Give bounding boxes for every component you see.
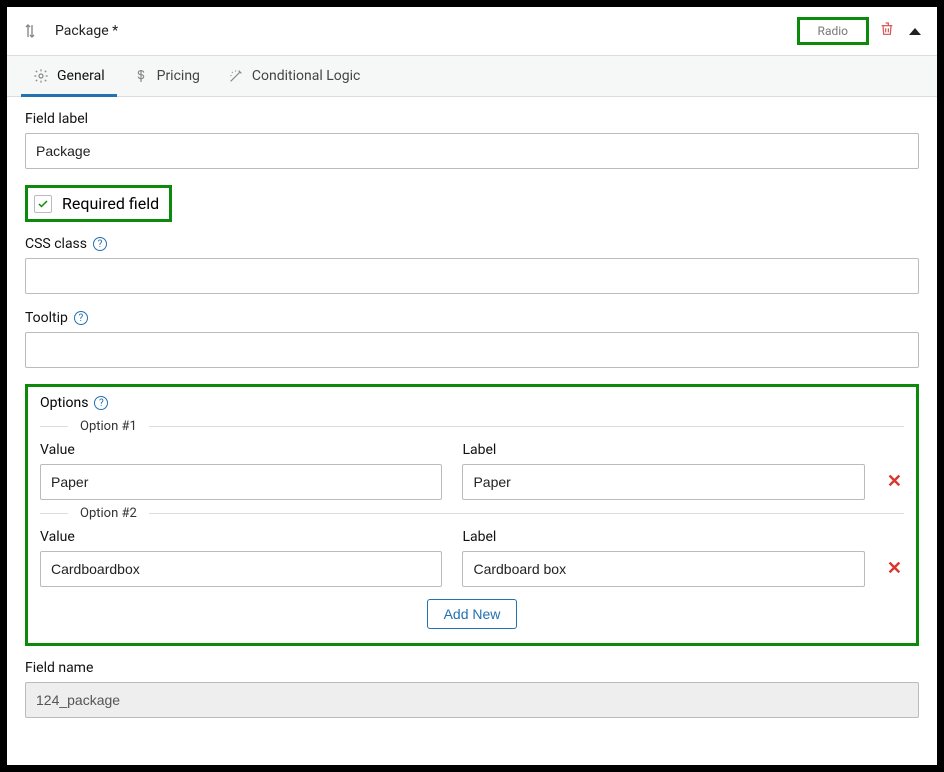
option-value-label: Value (40, 442, 442, 458)
field-label-label: Field label (25, 111, 919, 127)
required-label: Required field (62, 194, 159, 213)
option-value-input[interactable] (40, 464, 442, 500)
collapse-icon[interactable] (909, 28, 921, 35)
field-name-label: Field name (25, 660, 919, 676)
tab-label: Conditional Logic (252, 68, 360, 84)
remove-option-icon[interactable]: ✕ (885, 558, 904, 587)
tab-general[interactable]: General (21, 56, 117, 96)
remove-option-icon[interactable]: ✕ (885, 471, 904, 500)
css-class-input[interactable] (25, 258, 919, 294)
option-label-input[interactable] (462, 464, 864, 500)
options-section: Options ? Option #1 Value Label ✕ (25, 384, 919, 646)
options-label: Options (40, 395, 88, 411)
tab-conditional-logic[interactable]: Conditional Logic (216, 56, 372, 96)
tabs-bar: General Pricing Conditional Logic (7, 55, 937, 97)
field-type-badge: Radio (797, 17, 869, 45)
tab-pricing[interactable]: Pricing (121, 56, 212, 96)
option-row: Option #2 Value Label ✕ (40, 506, 904, 587)
add-new-button[interactable]: Add New (427, 599, 518, 629)
tab-label: General (57, 68, 105, 84)
field-label-input[interactable] (25, 133, 919, 169)
field-header: Package * Radio (7, 7, 937, 55)
wand-icon (228, 68, 244, 84)
field-title: Package * (55, 23, 118, 39)
help-icon[interactable]: ? (94, 396, 108, 410)
required-checkbox[interactable] (34, 195, 52, 213)
drag-handle-icon[interactable] (23, 23, 37, 39)
dollar-icon (133, 68, 149, 84)
tooltip-input[interactable] (25, 332, 919, 368)
help-icon[interactable]: ? (93, 237, 107, 251)
option-row: Option #1 Value Label ✕ (40, 419, 904, 500)
option-value-input[interactable] (40, 551, 442, 587)
option-label-label: Label (462, 442, 864, 458)
help-icon[interactable]: ? (74, 311, 88, 325)
css-class-label: CSS class (25, 236, 87, 252)
required-field-row[interactable]: Required field (25, 185, 172, 222)
gear-icon (33, 68, 49, 84)
option-label-input[interactable] (462, 551, 864, 587)
delete-icon[interactable] (879, 21, 895, 41)
option-value-label: Value (40, 529, 442, 545)
tooltip-label: Tooltip (25, 310, 68, 326)
option-legend: Option #2 (76, 506, 141, 521)
option-label-label: Label (462, 529, 864, 545)
tab-label: Pricing (157, 68, 200, 84)
option-legend: Option #1 (76, 419, 141, 434)
field-name-input (25, 682, 919, 718)
